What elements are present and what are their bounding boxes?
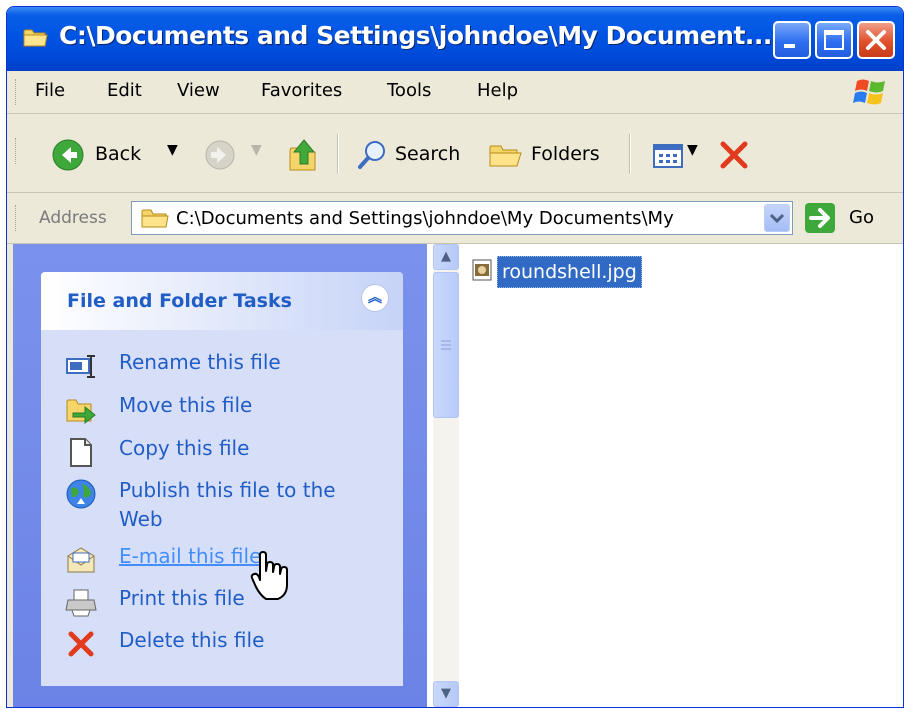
task-pane: File and Folder Tasks ︽ Rename this file (13, 244, 427, 707)
standard-toolbar: Back ▼ ▼ Search Folders ▼ (7, 114, 903, 193)
toolbar-separator (337, 134, 339, 174)
folders-label: Folders (531, 143, 600, 165)
file-folder-tasks-panel: File and Folder Tasks ︽ Rename this file (41, 272, 403, 686)
menu-view[interactable]: View (177, 80, 220, 101)
task-label: Publish this file to the Web (119, 478, 336, 531)
toolbar-separator (629, 134, 631, 174)
chevron-down-icon (769, 213, 785, 224)
title-bar[interactable]: C:\Documents and Settings\johndoe\My Doc… (7, 7, 903, 71)
menu-tools[interactable]: Tools (387, 80, 431, 101)
menu-favorites[interactable]: Favorites (261, 80, 342, 101)
task-label: E-mail this file (119, 544, 262, 568)
folder-icon (141, 209, 169, 228)
delete-icon (68, 631, 94, 657)
globe-icon (66, 479, 96, 509)
address-grip (15, 205, 19, 231)
task-label: Delete this file (119, 628, 265, 652)
address-label: Address (39, 208, 107, 228)
menu-edit[interactable]: Edit (107, 80, 142, 101)
chevron-up-icon: ︽ (368, 290, 382, 306)
delete-icon[interactable] (717, 138, 751, 172)
maximize-button[interactable] (815, 21, 853, 59)
menu-bar: File Edit View Favorites Tools Help (7, 71, 903, 114)
maximize-icon (824, 30, 844, 50)
printer-icon (65, 589, 97, 617)
image-file-icon (472, 259, 492, 281)
address-value: C:\Documents and Settings\johndoe\My Doc… (176, 208, 674, 229)
collapse-button[interactable]: ︽ (361, 284, 389, 312)
folders-button[interactable]: Folders (487, 138, 613, 172)
back-label: Back (95, 143, 142, 165)
tasks-title: File and Folder Tasks (67, 290, 292, 312)
back-button[interactable]: Back ▼ (51, 138, 191, 172)
copy-icon (70, 438, 92, 467)
grip-icon (441, 340, 451, 350)
menu-help[interactable]: Help (477, 80, 518, 101)
search-button[interactable]: Search (355, 138, 473, 172)
explorer-window: C:\Documents and Settings\johndoe\My Doc… (6, 6, 904, 708)
windows-logo-icon (853, 79, 885, 105)
go-button[interactable] (803, 201, 893, 235)
tasks-header[interactable]: File and Folder Tasks ︽ (41, 272, 403, 330)
scroll-thumb[interactable] (433, 272, 459, 418)
minimize-icon (784, 44, 795, 48)
address-bar: Address C:\Documents and Settings\johndo… (7, 193, 903, 244)
views-dropdown-icon: ▼ (687, 142, 698, 158)
menu-file[interactable]: File (35, 80, 65, 101)
chevron-up-icon: ▲ (441, 249, 451, 264)
minimize-button[interactable] (773, 21, 811, 59)
go-label: Go (849, 207, 874, 228)
task-label: Rename this file (119, 350, 281, 374)
back-arrow-icon (52, 139, 84, 171)
up-folder-icon[interactable] (287, 136, 321, 174)
search-icon (358, 141, 385, 169)
email-icon (67, 547, 95, 573)
folder-icon (23, 29, 48, 47)
folders-icon (489, 145, 522, 167)
scroll-up-button[interactable]: ▲ (433, 244, 459, 270)
close-button[interactable] (857, 21, 895, 59)
back-dropdown-icon[interactable]: ▼ (167, 142, 178, 158)
task-label: Move this file (119, 393, 253, 417)
toolbar-grip (15, 138, 19, 164)
go-arrow-icon (805, 203, 835, 233)
address-input[interactable]: C:\Documents and Settings\johndoe\My Doc… (131, 201, 793, 235)
task-label: Copy this file (119, 436, 250, 460)
forward-dropdown-icon: ▼ (251, 142, 262, 158)
vertical-scrollbar[interactable]: ▲ ▼ (433, 244, 459, 707)
task-label: Print this file (119, 586, 245, 610)
move-icon (66, 399, 96, 425)
forward-arrow-icon (205, 140, 235, 170)
forward-button[interactable]: ▼ (203, 138, 273, 172)
search-label: Search (395, 143, 461, 165)
file-name: roundshell.jpg (497, 256, 642, 288)
scroll-down-button[interactable]: ▼ (433, 681, 459, 707)
views-icon (653, 144, 683, 168)
menu-grip (15, 79, 19, 105)
chevron-down-icon: ▼ (441, 686, 451, 701)
window-title: C:\Documents and Settings\johndoe\My Doc… (59, 21, 772, 50)
close-icon (866, 30, 886, 50)
rename-icon (66, 355, 95, 378)
hand-cursor-icon (250, 551, 288, 600)
views-button[interactable]: ▼ (651, 138, 705, 172)
file-list[interactable]: ▲ ▼ roundshell.jpg (427, 244, 903, 707)
address-dropdown-button[interactable] (764, 204, 790, 232)
